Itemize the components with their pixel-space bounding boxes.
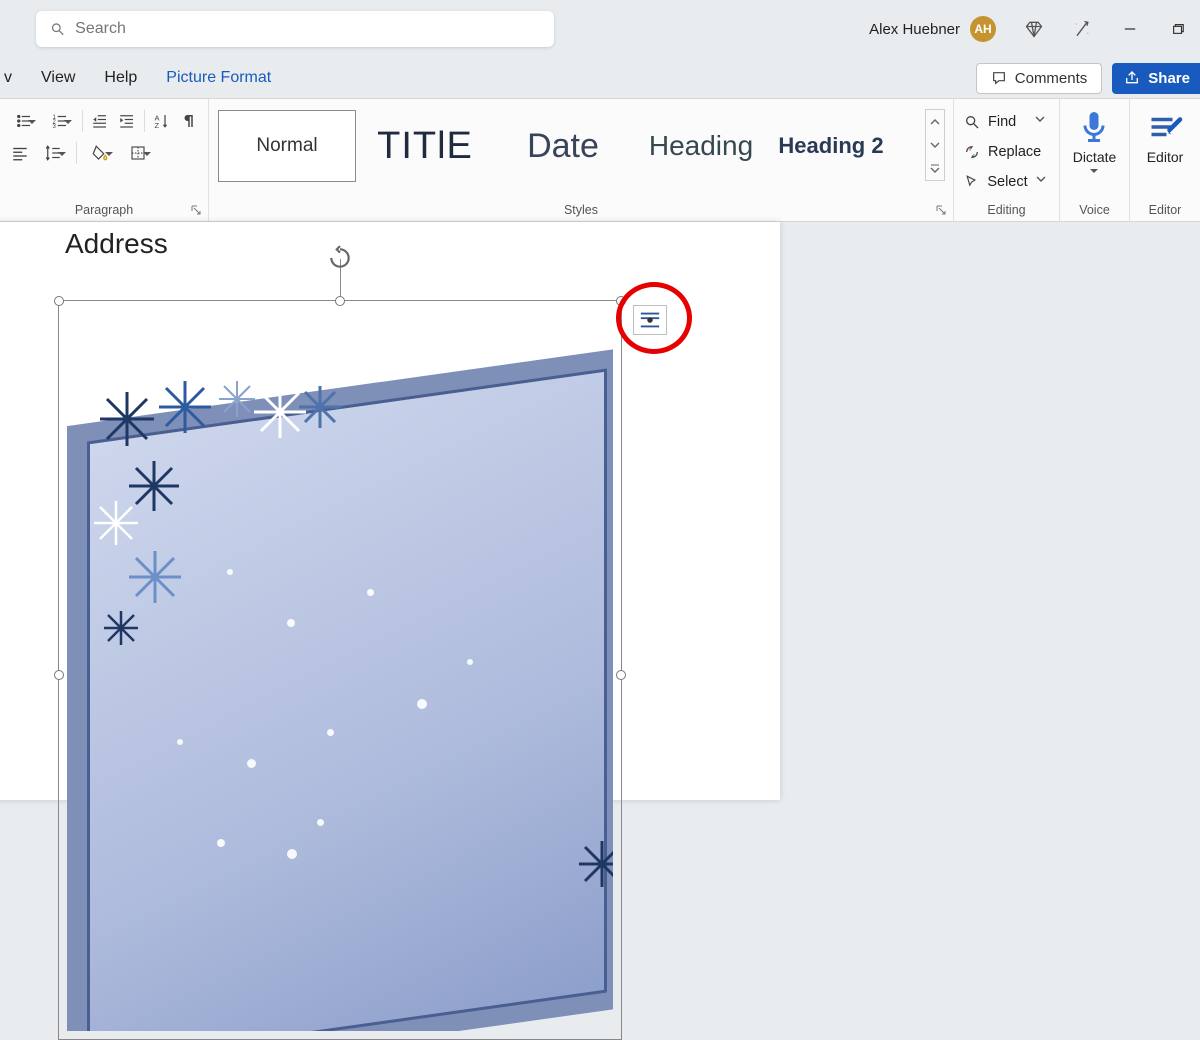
search-box[interactable] — [36, 11, 554, 47]
tab-view[interactable]: View — [27, 63, 89, 93]
svg-text:3: 3 — [52, 124, 56, 130]
show-marks-button[interactable] — [177, 109, 200, 133]
resize-handle-ml[interactable] — [54, 670, 64, 680]
select-button[interactable]: Select — [964, 167, 1051, 197]
dictate-label: Dictate — [1073, 149, 1117, 165]
increase-indent-button[interactable] — [115, 109, 138, 133]
shading-button[interactable] — [83, 141, 117, 165]
editing-label: Editing — [954, 203, 1059, 217]
tab-help[interactable]: Help — [90, 63, 151, 93]
ribbon: 123 AZ Paragraph Normal TITlE Date Headi… — [0, 98, 1200, 222]
find-icon — [964, 114, 980, 130]
styles-scroll[interactable] — [925, 109, 945, 181]
comment-icon — [991, 70, 1007, 86]
editor-icon — [1147, 109, 1183, 145]
account-button[interactable]: Alex Huebner AH — [869, 16, 996, 42]
borders-button[interactable] — [121, 141, 155, 165]
comments-label: Comments — [1015, 70, 1088, 87]
coming-soon-icon[interactable] — [1072, 19, 1092, 39]
search-input[interactable] — [75, 20, 540, 38]
svg-text:a: a — [969, 147, 972, 152]
search-icon — [50, 21, 65, 37]
resize-handle-tl[interactable] — [54, 296, 64, 306]
styles-label: Styles — [209, 203, 953, 217]
microphone-icon — [1076, 109, 1112, 145]
page[interactable]: Address — [0, 222, 780, 800]
styles-expand-icon[interactable] — [926, 157, 944, 180]
replace-label: Replace — [988, 144, 1041, 160]
tab-cutoff[interactable]: v — [4, 63, 26, 93]
share-button[interactable]: Share — [1112, 63, 1200, 94]
paragraph-label: Paragraph — [0, 203, 208, 217]
style-heading2[interactable]: Heading 2 — [770, 110, 892, 182]
select-label: Select — [987, 174, 1027, 190]
chevron-down-icon — [1036, 174, 1051, 190]
replace-button[interactable]: ac Replace — [964, 137, 1051, 167]
chevron-down-icon — [1035, 114, 1051, 130]
chevron-down-icon — [1090, 169, 1098, 177]
decrease-indent-button[interactable] — [89, 109, 112, 133]
minimize-button[interactable] — [1120, 22, 1140, 36]
style-date[interactable]: Date — [494, 110, 632, 182]
svg-text:Z: Z — [155, 121, 160, 130]
select-icon — [964, 174, 979, 190]
ribbon-tabs: v View Help Picture Format Comments Shar… — [0, 58, 1200, 98]
group-paragraph: 123 AZ Paragraph — [0, 99, 209, 221]
bullets-button[interactable] — [8, 109, 40, 133]
styles-launcher-icon[interactable] — [935, 204, 947, 216]
resize-handle-tm[interactable] — [335, 296, 345, 306]
styles-scroll-up-icon[interactable] — [926, 110, 944, 133]
find-button[interactable]: Find — [964, 107, 1051, 137]
paragraph-launcher-icon[interactable] — [190, 204, 202, 216]
document-area: Address — [0, 222, 1200, 800]
share-label: Share — [1148, 70, 1190, 87]
group-editor: Editor Editor — [1130, 99, 1200, 221]
style-heading[interactable]: Heading — [632, 110, 770, 182]
user-name: Alex Huebner — [869, 21, 960, 38]
editor-button[interactable]: Editor — [1147, 109, 1184, 165]
dictate-button[interactable]: Dictate — [1073, 109, 1117, 177]
annotation-circle — [616, 282, 692, 354]
address-heading: Address — [65, 228, 168, 260]
replace-icon: ac — [964, 144, 980, 160]
comments-button[interactable]: Comments — [976, 63, 1103, 94]
editor-label: Editor — [1130, 203, 1200, 217]
group-voice: Dictate Voice — [1060, 99, 1130, 221]
resize-handle-mr[interactable] — [616, 670, 626, 680]
voice-label: Voice — [1060, 203, 1129, 217]
title-bar: Alex Huebner AH — [0, 0, 1200, 58]
avatar: AH — [970, 16, 996, 42]
line-spacing-button[interactable] — [36, 141, 70, 165]
sort-button[interactable]: AZ — [151, 109, 174, 133]
group-styles: Normal TITlE Date Heading Heading 2 Styl… — [209, 99, 954, 221]
find-label: Find — [988, 114, 1016, 130]
styles-gallery[interactable]: Normal TITlE Date Heading Heading 2 — [217, 109, 945, 183]
numbering-button[interactable]: 123 — [44, 109, 76, 133]
editor-btn-label: Editor — [1147, 149, 1184, 165]
align-left-button[interactable] — [8, 141, 32, 165]
share-icon — [1124, 70, 1140, 86]
maximize-button[interactable] — [1168, 22, 1188, 36]
tab-picture-format[interactable]: Picture Format — [152, 63, 285, 93]
picture-selection-frame[interactable] — [58, 300, 622, 1040]
rotate-handle[interactable] — [327, 245, 353, 276]
style-title[interactable]: TITlE — [356, 110, 494, 182]
style-normal[interactable]: Normal — [218, 110, 356, 182]
styles-scroll-down-icon[interactable] — [926, 133, 944, 156]
picture-content — [67, 309, 613, 1031]
group-editing: Find ac Replace Select Editing — [954, 99, 1060, 221]
premium-icon[interactable] — [1024, 19, 1044, 39]
